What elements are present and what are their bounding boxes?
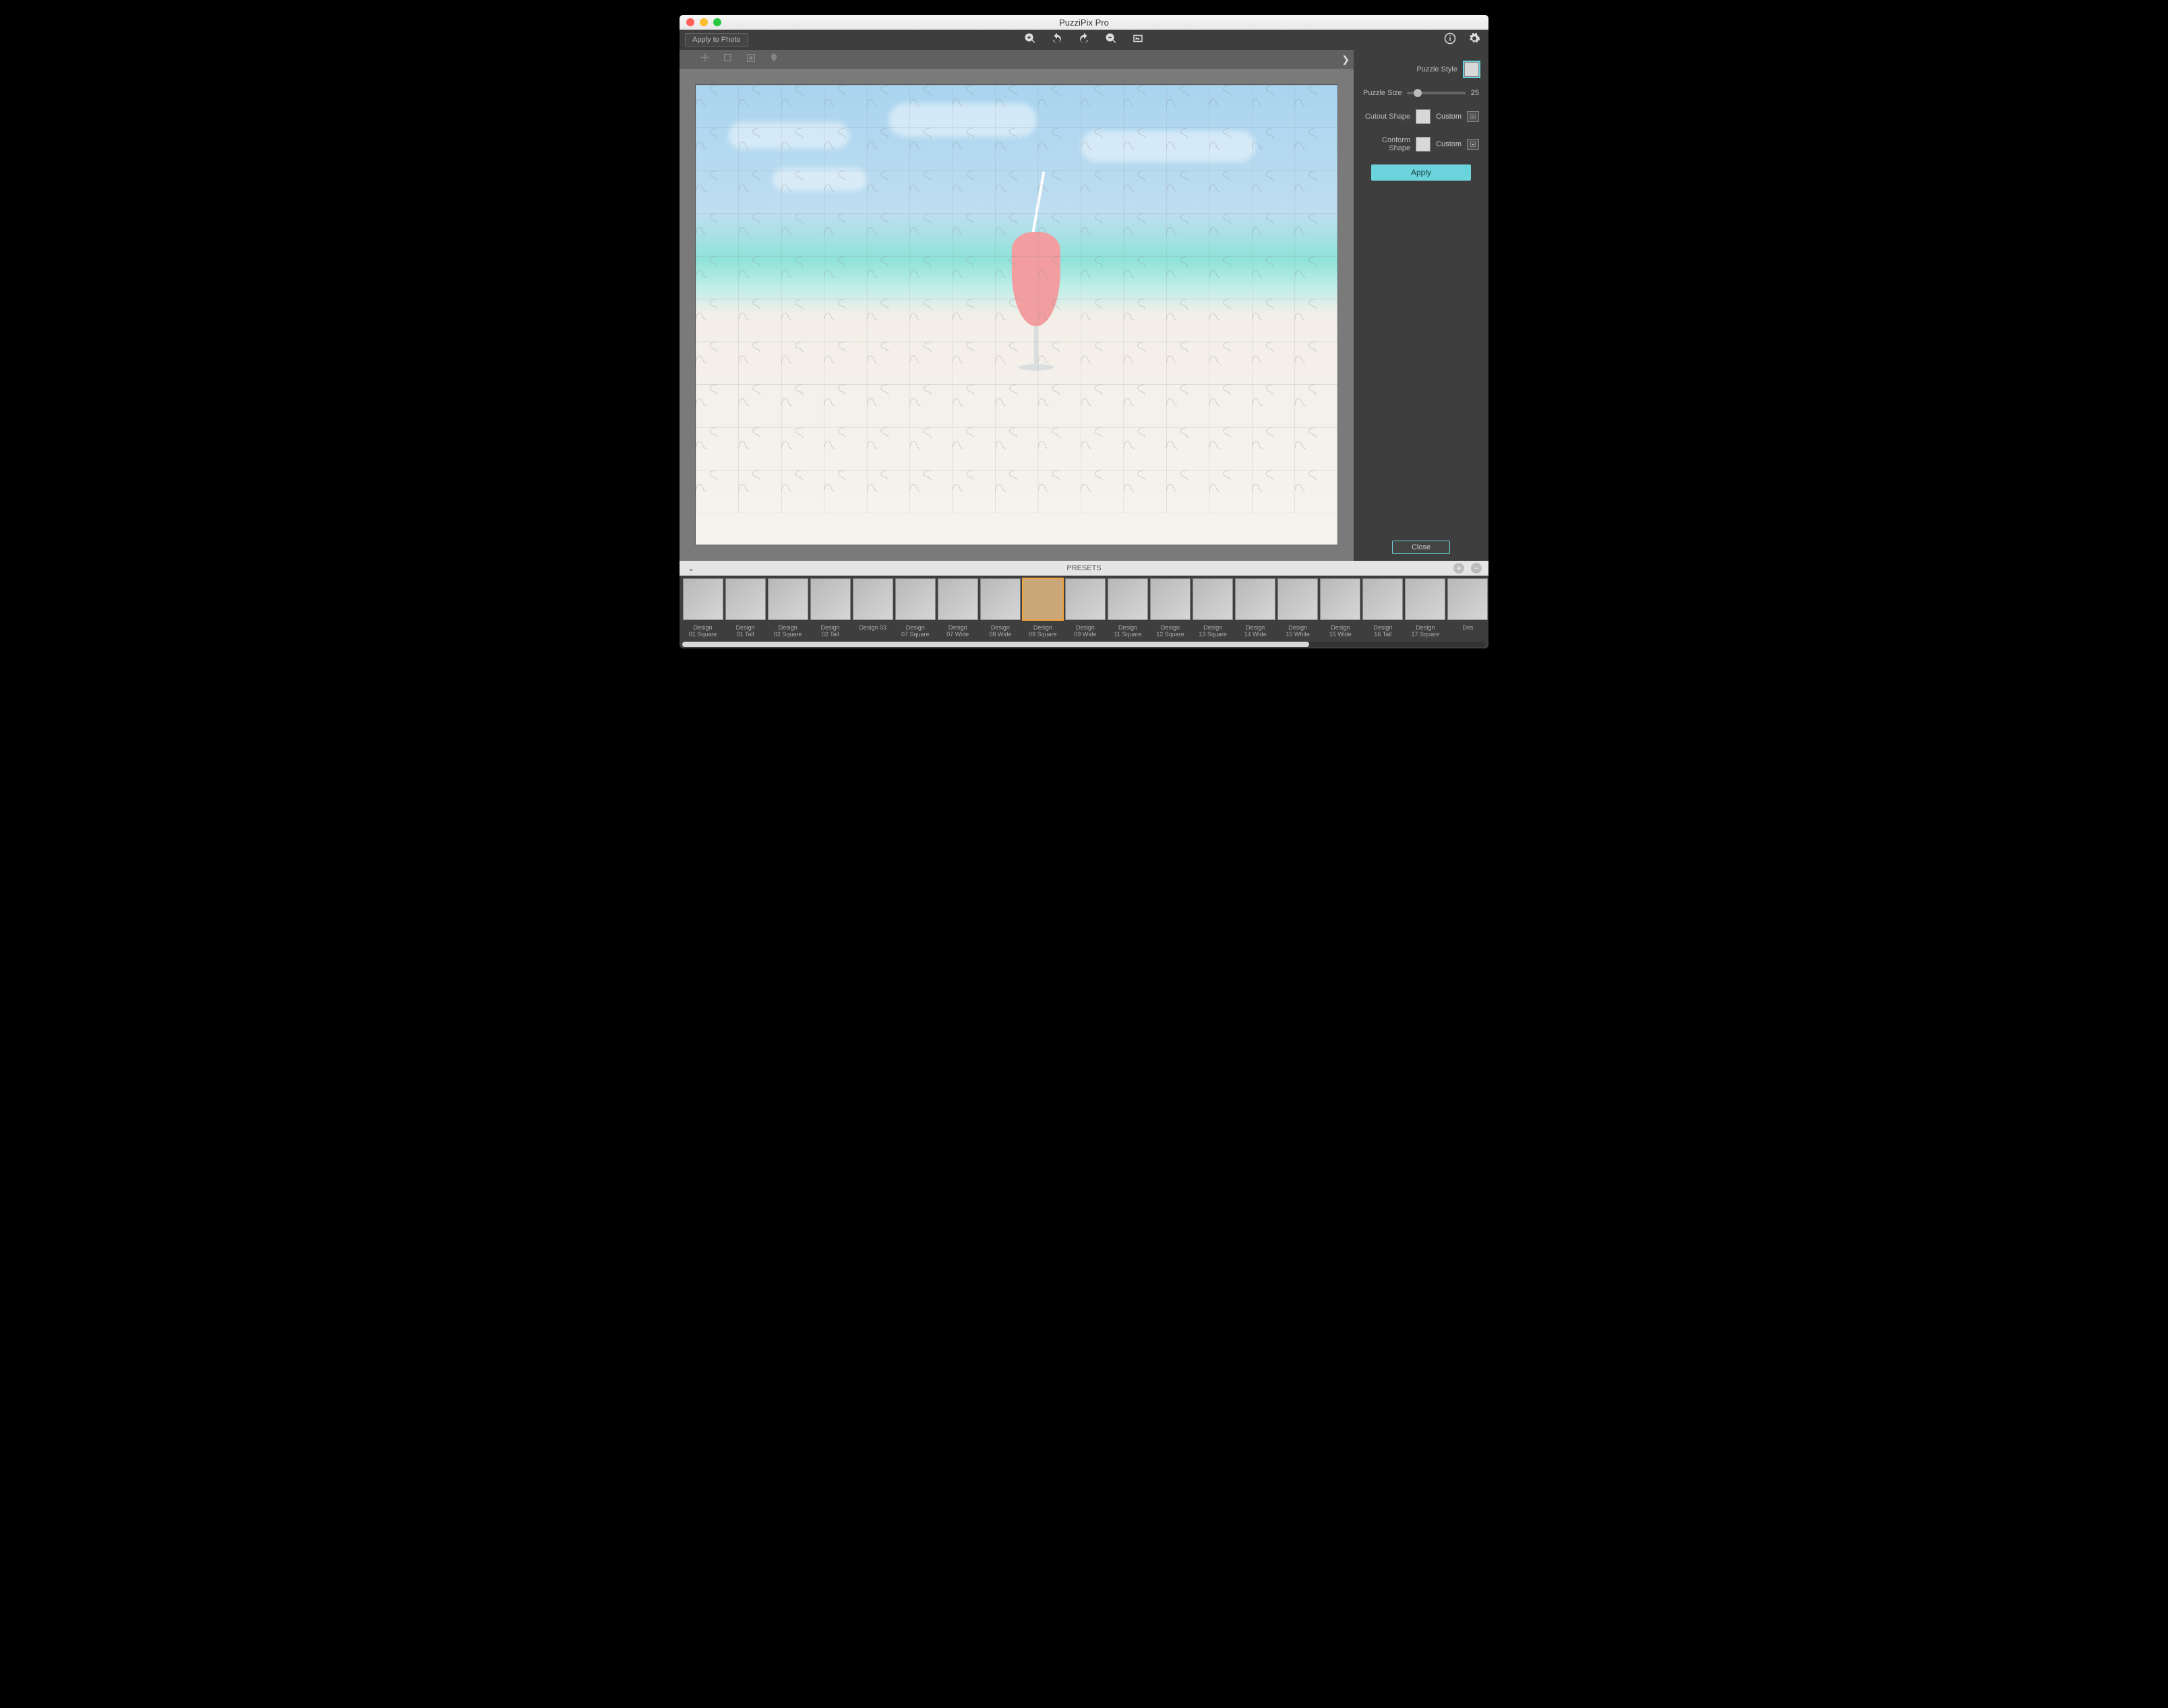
- preset-item[interactable]: Design13 Square: [1193, 578, 1234, 648]
- preset-thumbnail[interactable]: [1362, 578, 1403, 620]
- preset-item[interactable]: Design07 Wide: [937, 578, 978, 648]
- preset-label: Design12 Square: [1156, 624, 1184, 638]
- preset-thumbnail[interactable]: [1277, 578, 1318, 620]
- preset-item[interactable]: Design16 Tall: [1362, 578, 1404, 648]
- zoom-in-icon[interactable]: [1024, 32, 1036, 48]
- puzzle-size-label: Puzzle Size: [1363, 89, 1402, 97]
- preset-label: Design09 Wide: [1074, 624, 1096, 638]
- preset-thumbnail[interactable]: [1447, 578, 1488, 620]
- preset-item[interactable]: Design17 Square: [1405, 578, 1446, 648]
- cutout-custom-button[interactable]: [1467, 111, 1479, 122]
- preset-item[interactable]: Design 03: [852, 578, 893, 648]
- preset-thumbnail[interactable]: [853, 578, 893, 620]
- presets-scrollbar-thumb[interactable]: [682, 642, 1309, 647]
- fit-screen-icon[interactable]: [1132, 32, 1144, 48]
- zoom-out-icon[interactable]: [1105, 32, 1117, 48]
- apply-to-photo-button[interactable]: Apply to Photo: [685, 33, 748, 47]
- preset-thumbnail[interactable]: [1065, 578, 1106, 620]
- preset-thumbnail[interactable]: [1023, 578, 1063, 620]
- preset-label: Design07 Wide: [946, 624, 969, 638]
- puzzle-style-swatch[interactable]: [1464, 62, 1479, 77]
- preset-item[interactable]: Design07 Square: [895, 578, 936, 648]
- close-button[interactable]: Close: [1392, 541, 1450, 554]
- canvas-toolbar: ❯: [680, 50, 1354, 69]
- conform-shape-swatch[interactable]: [1416, 137, 1431, 152]
- preset-item[interactable]: Design12 Square: [1150, 578, 1191, 648]
- preset-thumbnail[interactable]: [1108, 578, 1148, 620]
- preset-label: Design14 Wide: [1244, 624, 1267, 638]
- preset-thumbnail[interactable]: [683, 578, 723, 620]
- preset-thumbnail[interactable]: [1193, 578, 1233, 620]
- presets-title: PRESETS: [680, 564, 1488, 572]
- presets-header: ⌄ PRESETS + −: [680, 561, 1488, 576]
- mask-tool-icon[interactable]: [746, 53, 756, 67]
- slider-thumb[interactable]: [1414, 89, 1422, 97]
- window-title: PuzziPix Pro: [680, 18, 1488, 28]
- redo-icon[interactable]: [1078, 32, 1090, 48]
- preset-label: Design02 Square: [774, 624, 802, 638]
- presets-strip[interactable]: Design01 Square Design01 Tall Design02 Squ…: [680, 576, 1488, 648]
- preset-label: Design15 Wide: [1329, 624, 1352, 638]
- move-tool-icon[interactable]: [700, 53, 711, 67]
- conform-custom-button[interactable]: [1467, 139, 1479, 150]
- preset-thumbnail[interactable]: [768, 578, 808, 620]
- preset-thumbnail[interactable]: [1320, 578, 1360, 620]
- cutout-custom-label: Custom: [1436, 113, 1462, 121]
- preset-item[interactable]: Des: [1447, 578, 1488, 648]
- conform-custom-label: Custom: [1436, 140, 1462, 148]
- preset-thumbnail[interactable]: [1235, 578, 1275, 620]
- preset-label: Design11 Square: [1114, 624, 1142, 638]
- preset-item[interactable]: Design09 Square: [1022, 578, 1063, 648]
- preset-item[interactable]: Design09 Wide: [1064, 578, 1106, 648]
- preset-label: Design01 Square: [689, 624, 717, 638]
- preset-item[interactable]: Design15 White: [1277, 578, 1319, 648]
- preset-label: Design09 Square: [1029, 624, 1057, 638]
- canvas-area: [680, 69, 1354, 561]
- preset-thumbnail[interactable]: [895, 578, 936, 620]
- image-canvas[interactable]: [696, 85, 1337, 545]
- preset-label: Design 03: [859, 624, 886, 631]
- preset-thumbnail[interactable]: [1405, 578, 1445, 620]
- sidebar: Auto Generate Puzzle Style Puzzle Size 2…: [1354, 50, 1488, 561]
- preset-item[interactable]: Design15 Wide: [1320, 578, 1361, 648]
- preset-label: Design07 Square: [901, 624, 930, 638]
- puzzle-style-label: Puzzle Style: [1363, 65, 1457, 73]
- collapse-sidebar-icon[interactable]: ❯: [1342, 54, 1350, 65]
- preset-label: Design08 Wide: [989, 624, 1011, 638]
- preset-label: Design15 White: [1286, 624, 1310, 638]
- puzzle-size-value: 25: [1471, 89, 1479, 97]
- presets-scrollbar[interactable]: [682, 642, 1486, 647]
- undo-icon[interactable]: [1051, 32, 1063, 48]
- titlebar: PuzziPix Pro: [680, 15, 1488, 30]
- preset-item[interactable]: Design02 Square: [767, 578, 808, 648]
- preset-label: Design01 Tall: [736, 624, 755, 638]
- preset-item[interactable]: Design14 Wide: [1235, 578, 1276, 648]
- puzzle-size-slider[interactable]: [1407, 92, 1465, 94]
- preset-thumbnail[interactable]: [1150, 578, 1191, 620]
- preset-thumbnail[interactable]: [980, 578, 1021, 620]
- preset-thumbnail[interactable]: [938, 578, 978, 620]
- preset-label: Design02 Tall: [821, 624, 840, 638]
- cutout-shape-swatch[interactable]: [1416, 109, 1431, 124]
- info-icon[interactable]: [1444, 32, 1456, 48]
- preset-item[interactable]: Design08 Wide: [980, 578, 1021, 648]
- preset-item[interactable]: Design02 Tall: [810, 578, 851, 648]
- main-toolbar: Apply to Photo: [680, 30, 1488, 50]
- crop-tool-icon[interactable]: [723, 53, 733, 67]
- apply-button[interactable]: Apply: [1371, 164, 1471, 181]
- app-window: PuzziPix Pro Apply to Photo: [680, 15, 1488, 648]
- preset-item[interactable]: Design11 Square: [1107, 578, 1148, 648]
- preset-thumbnail[interactable]: [725, 578, 766, 620]
- preset-item[interactable]: Design01 Square: [682, 578, 723, 648]
- conform-shape-label: Conform Shape: [1363, 136, 1410, 152]
- hint-tool-icon[interactable]: [769, 53, 779, 67]
- cutout-shape-label: Cutout Shape: [1363, 113, 1410, 121]
- preset-label: Des: [1462, 624, 1473, 631]
- preset-label: Design13 Square: [1199, 624, 1227, 638]
- preset-label: Design17 Square: [1412, 624, 1440, 638]
- settings-icon[interactable]: [1468, 32, 1480, 48]
- preset-thumbnail[interactable]: [810, 578, 851, 620]
- preset-label: Design16 Tall: [1373, 624, 1392, 638]
- preset-item[interactable]: Design01 Tall: [725, 578, 766, 648]
